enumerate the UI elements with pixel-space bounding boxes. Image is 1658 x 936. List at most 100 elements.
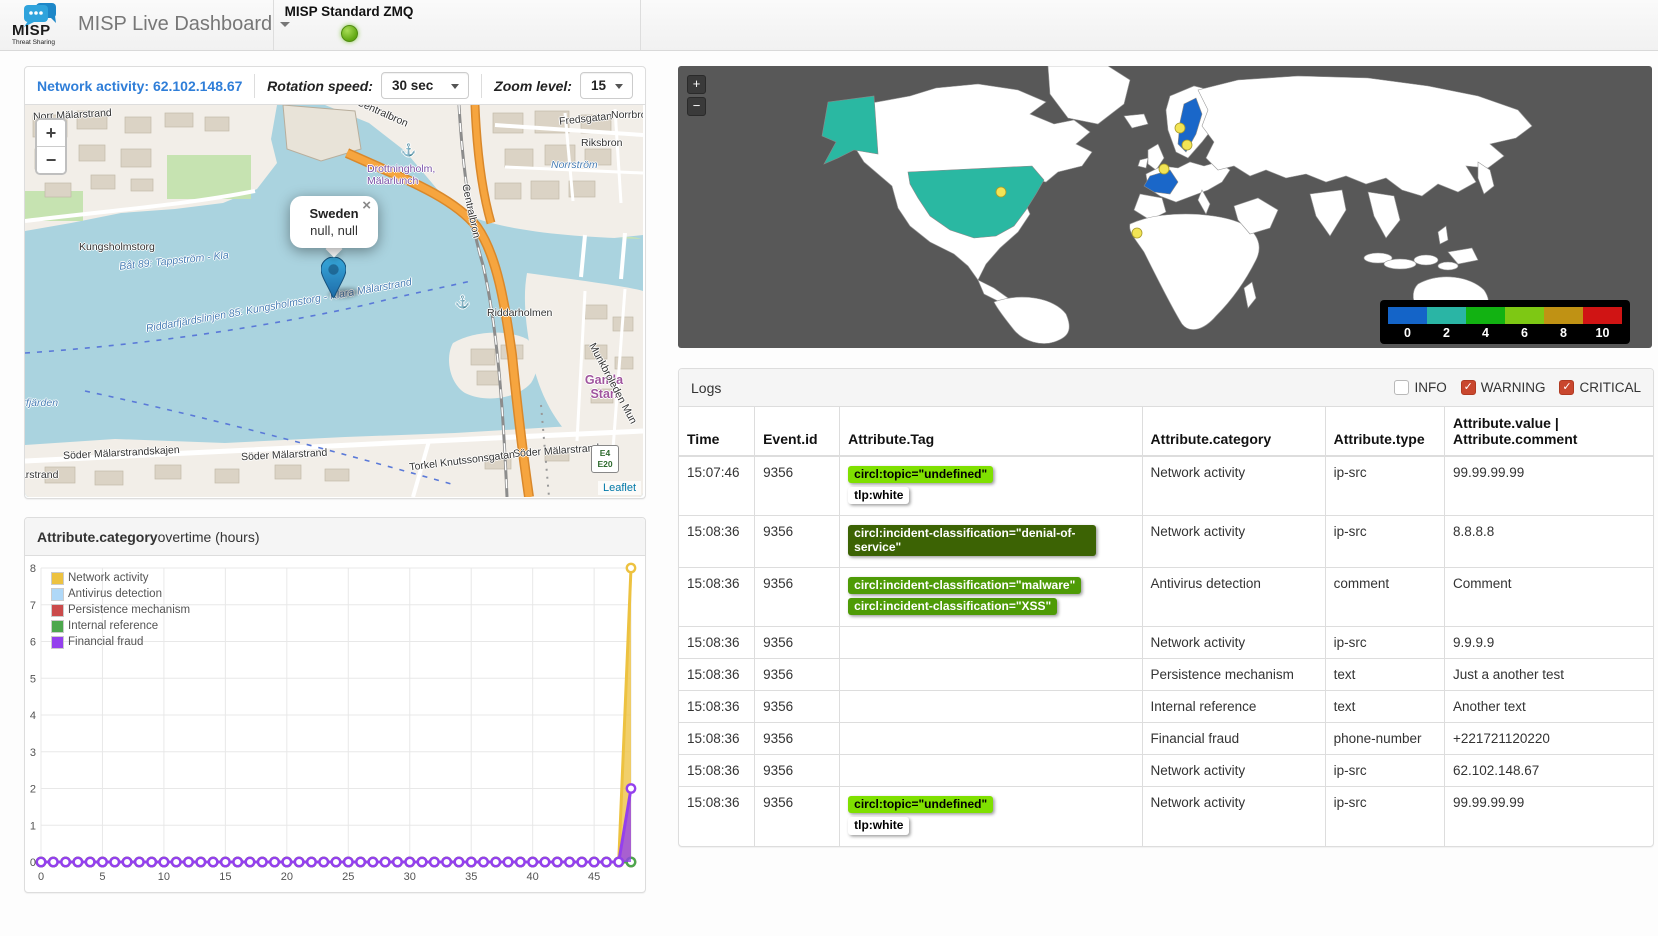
value-cell: 9.9.9.9 bbox=[1444, 627, 1653, 659]
scale-swatch bbox=[1583, 307, 1622, 324]
zoom-out-button[interactable]: − bbox=[37, 147, 65, 173]
data-point bbox=[307, 858, 315, 866]
zoom-in-button[interactable]: + bbox=[37, 120, 65, 147]
x-tick-label: 5 bbox=[99, 871, 105, 883]
data-point bbox=[184, 858, 192, 866]
time-cell: 15:08:36 bbox=[679, 567, 755, 626]
tag-cell bbox=[840, 755, 1142, 787]
attribute-tag: tlp:white bbox=[848, 817, 909, 834]
activity-dot bbox=[1175, 123, 1185, 133]
data-point bbox=[627, 784, 635, 792]
category-cell: Network activity bbox=[1142, 456, 1325, 516]
filter-label: INFO bbox=[1414, 380, 1446, 395]
event-id-cell: 9356 bbox=[755, 787, 840, 846]
type-cell: ip-src bbox=[1325, 627, 1444, 659]
type-cell: ip-src bbox=[1325, 787, 1444, 846]
brand-subtitle: Threat Sharing bbox=[12, 39, 55, 46]
y-tick-label: 8 bbox=[30, 563, 36, 575]
scale-swatch bbox=[1427, 307, 1466, 324]
data-point bbox=[615, 858, 623, 866]
feed-ip: 62.102.148.67 bbox=[153, 78, 243, 94]
y-tick-label: 4 bbox=[30, 710, 36, 722]
col-attribute-type: Attribute.type bbox=[1325, 407, 1444, 456]
street-map[interactable]: Centralbron Fredsgatan Norrbro Riksbron … bbox=[25, 105, 643, 497]
col-attribute-category: Attribute.category bbox=[1142, 407, 1325, 456]
log-row: 15:08:369356 circl:topic="undefined" tlp:w… bbox=[679, 787, 1653, 846]
tag-cell bbox=[840, 691, 1142, 723]
scale-tick-label: 4 bbox=[1466, 326, 1505, 340]
zmq-status: MISP Standard ZMQ bbox=[283, 4, 415, 42]
x-tick-label: 35 bbox=[465, 871, 477, 883]
x-tick-label: 10 bbox=[158, 871, 170, 883]
world-zoom-in-button[interactable]: + bbox=[687, 75, 706, 94]
data-point bbox=[49, 858, 57, 866]
category-chart-panel: Attribute.category overtime (hours) 0123… bbox=[24, 517, 646, 893]
legend-label: Persistence mechanism bbox=[68, 604, 190, 616]
legend-swatch bbox=[51, 604, 64, 617]
col-event-id: Event.id bbox=[755, 407, 840, 456]
time-cell: 15:08:36 bbox=[679, 755, 755, 787]
rotation-speed-select[interactable]: 30 sec bbox=[381, 72, 470, 99]
x-tick-label: 40 bbox=[527, 871, 539, 883]
category-cell: Antivirus detection bbox=[1142, 567, 1325, 626]
activity-dot bbox=[996, 187, 1006, 197]
tag-cell: circl:topic="undefined"tlp:white bbox=[840, 456, 1142, 516]
attribute-tag: circl:topic="undefined" bbox=[848, 796, 993, 813]
data-point bbox=[455, 858, 463, 866]
filter-critical-checkbox[interactable]: ✓CRITICAL bbox=[1559, 380, 1641, 395]
data-point bbox=[295, 858, 303, 866]
category-cell: Persistence mechanism bbox=[1142, 659, 1325, 691]
data-point bbox=[430, 858, 438, 866]
data-point bbox=[86, 858, 94, 866]
tag-cell bbox=[840, 659, 1142, 691]
log-row: 15:08:369356circl:incident-classificatio… bbox=[679, 567, 1653, 626]
status-dot-green bbox=[341, 25, 358, 42]
world-zoom-out-button[interactable]: − bbox=[687, 97, 706, 116]
e-road-shield: E4 E20 bbox=[591, 445, 619, 473]
data-point bbox=[578, 858, 586, 866]
type-cell: text bbox=[1325, 659, 1444, 691]
data-point bbox=[283, 858, 291, 866]
x-tick-label: 20 bbox=[281, 871, 293, 883]
data-point bbox=[37, 858, 45, 866]
legend-label: Antivirus detection bbox=[68, 588, 162, 600]
time-cell: 15:08:36 bbox=[679, 787, 755, 846]
checkbox-icon: ✓ bbox=[1461, 380, 1476, 395]
map-marker-icon[interactable] bbox=[321, 257, 346, 298]
filter-info-checkbox[interactable]: INFO bbox=[1394, 380, 1446, 395]
event-id-cell: 9356 bbox=[755, 567, 840, 626]
value-cell: Just a another test bbox=[1444, 659, 1653, 691]
category-cell: Financial fraud bbox=[1142, 723, 1325, 755]
filter-warning-checkbox[interactable]: ✓WARNING bbox=[1461, 380, 1546, 395]
event-id-cell: 9356 bbox=[755, 516, 840, 567]
data-point bbox=[356, 858, 364, 866]
data-point bbox=[61, 858, 69, 866]
dashboard-menu[interactable]: MISP Live Dashboard bbox=[78, 13, 290, 36]
log-row: 15:07:469356circl:topic="undefined"tlp:w… bbox=[679, 456, 1653, 516]
category-cell: Internal reference bbox=[1142, 691, 1325, 723]
value-cell: +221721120220 bbox=[1444, 723, 1653, 755]
data-point bbox=[111, 858, 119, 866]
world-map-panel[interactable]: + − 0246810 bbox=[678, 66, 1652, 348]
misp-logo[interactable]: MISP Threat Sharing bbox=[10, 2, 62, 48]
data-point bbox=[369, 858, 377, 866]
x-tick-label: 25 bbox=[342, 871, 354, 883]
world-map-zoom-control: + − bbox=[687, 75, 706, 119]
legend-item: Network activity bbox=[51, 570, 190, 586]
event-id-cell: 9356 bbox=[755, 691, 840, 723]
legend-label: Internal reference bbox=[68, 620, 158, 632]
leaflet-link[interactable]: Leaflet bbox=[603, 482, 636, 494]
scale-swatch bbox=[1505, 307, 1544, 324]
popup-close-icon[interactable]: × bbox=[362, 199, 371, 213]
zoom-level-select[interactable]: 15 bbox=[580, 72, 633, 99]
tag-cell: circl:incident-classification="denial-of… bbox=[840, 516, 1142, 567]
misp-dashboard: MISP Threat Sharing MISP Live Dashboard … bbox=[0, 0, 1658, 936]
zoom-level-label: Zoom level: bbox=[494, 78, 572, 94]
time-cell: 15:07:46 bbox=[679, 456, 755, 516]
time-cell: 15:08:36 bbox=[679, 516, 755, 567]
log-row: 15:08:369356Network activityip-src9.9.9.… bbox=[679, 627, 1653, 659]
data-point bbox=[590, 858, 598, 866]
data-point bbox=[627, 564, 635, 572]
event-id-cell: 9356 bbox=[755, 627, 840, 659]
log-row: 15:08:369356circl:incident-classificatio… bbox=[679, 516, 1653, 567]
